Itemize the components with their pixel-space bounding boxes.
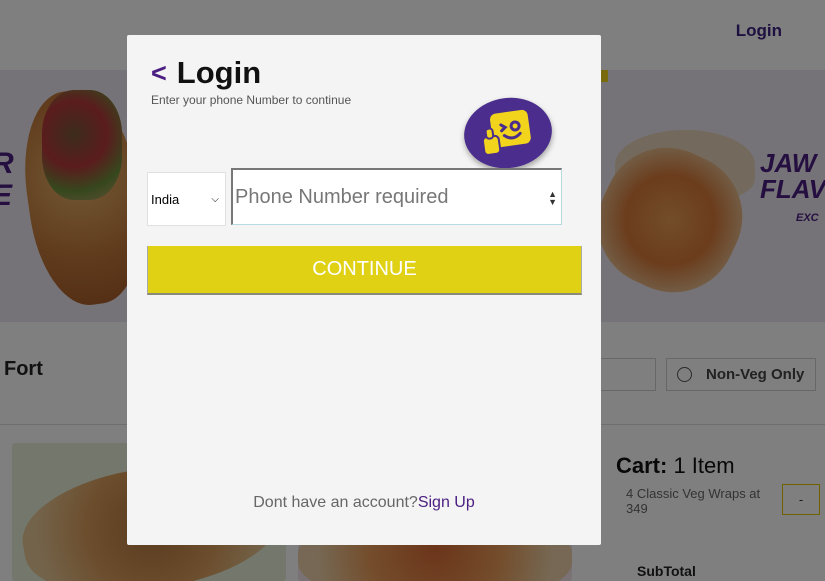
country-select[interactable]: India ⌵ [147, 172, 226, 226]
modal-title: Login [176, 55, 262, 90]
no-account-text: Dont have an account? [253, 494, 418, 511]
modal-header: < Login [151, 55, 261, 91]
phone-input[interactable]: Phone Number required ▲ ▼ [231, 168, 562, 225]
number-spinner-icon[interactable]: ▲ ▼ [548, 190, 557, 207]
chevron-down-icon: ⌵ [211, 193, 219, 205]
continue-button[interactable]: CONTINUE [147, 246, 582, 295]
modal-subtitle: Enter your phone Number to continue [151, 93, 352, 107]
signup-link[interactable]: Sign Up [418, 494, 475, 511]
country-value: India [151, 191, 180, 207]
mascot-logo [459, 92, 557, 174]
thumbs-up-mascot-icon [481, 109, 531, 156]
signup-row: Dont have an account?Sign Up [127, 494, 601, 512]
back-icon[interactable]: < [151, 58, 167, 89]
phone-placeholder: Phone Number required [235, 185, 449, 208]
login-modal: < Login Enter your phone Number to conti… [127, 35, 601, 545]
